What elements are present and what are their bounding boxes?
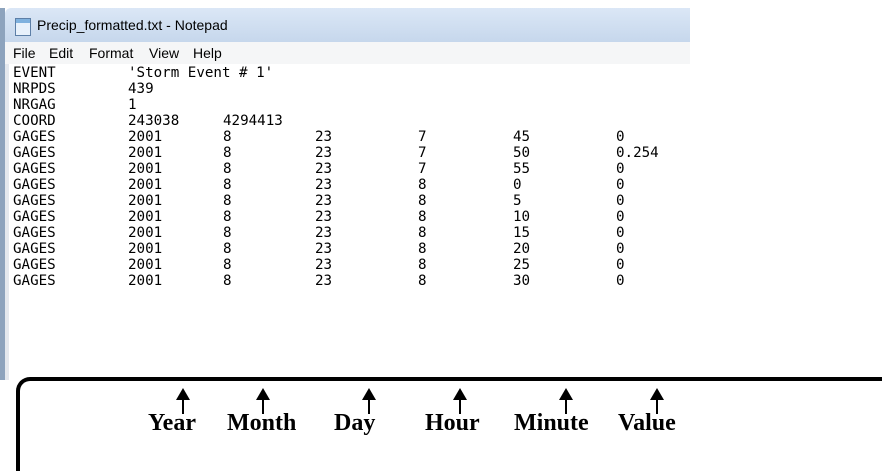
line-value: 2001 <box>128 161 163 177</box>
line-value: 'Storm Event # 1' <box>128 65 274 81</box>
line-value: 0 <box>616 193 625 209</box>
line-value: 8 <box>418 193 427 209</box>
line-keyword: GAGES <box>13 209 56 225</box>
line-value: 4294413 <box>223 113 283 129</box>
line-value: 2001 <box>128 209 163 225</box>
line-value: 55 <box>513 161 531 177</box>
line-value: 23 <box>315 161 333 177</box>
annotation-label: Minute <box>514 410 589 436</box>
line-value: 243038 <box>128 113 180 129</box>
line-value: 8 <box>223 257 232 273</box>
line-value: 8 <box>223 225 232 241</box>
line-value: 0 <box>616 209 625 225</box>
line-keyword: GAGES <box>13 161 56 177</box>
annotation-label: Hour <box>425 410 480 436</box>
line-value: 8 <box>418 257 427 273</box>
line-value: 0 <box>616 129 625 145</box>
editor-border <box>5 64 9 380</box>
line-value: 10 <box>513 209 531 225</box>
line-keyword: GAGES <box>13 273 56 289</box>
line-value: 2001 <box>128 129 163 145</box>
line-value: 23 <box>315 257 333 273</box>
line-value: 7 <box>418 145 427 161</box>
line-value: 23 <box>315 209 333 225</box>
notepad-window: Precip_formatted.txt - Notepad File Edit… <box>0 0 690 380</box>
line-keyword: GAGES <box>13 129 56 145</box>
menu-help[interactable]: Help <box>193 45 222 61</box>
line-value: 2001 <box>128 177 163 193</box>
line-value: 2001 <box>128 225 163 241</box>
line-value: 25 <box>513 257 531 273</box>
annotation-label: Value <box>618 410 676 436</box>
line-value: 8 <box>223 145 232 161</box>
line-value: 8 <box>223 273 232 289</box>
line-value: 23 <box>315 145 333 161</box>
line-value: 8 <box>223 209 232 225</box>
line-value: 23 <box>315 225 333 241</box>
line-keyword: GAGES <box>13 241 56 257</box>
line-value: 7 <box>418 161 427 177</box>
line-keyword: GAGES <box>13 257 56 273</box>
line-value: 0 <box>616 257 625 273</box>
line-value: 8 <box>223 161 232 177</box>
title-bar[interactable]: Precip_formatted.txt - Notepad <box>5 8 690 42</box>
line-value: 0 <box>616 273 625 289</box>
line-keyword: GAGES <box>13 225 56 241</box>
line-value: 0.254 <box>616 145 659 161</box>
line-value: 8 <box>223 177 232 193</box>
line-keyword: GAGES <box>13 145 56 161</box>
line-value: 23 <box>315 177 333 193</box>
line-keyword: COORD <box>13 113 56 129</box>
line-value: 30 <box>513 273 531 289</box>
line-value: 0 <box>616 161 625 177</box>
line-value: 20 <box>513 241 531 257</box>
line-value: 8 <box>223 129 232 145</box>
line-keyword: NRPDS <box>13 81 56 97</box>
annotation-label: Month <box>227 410 297 436</box>
line-value: 2001 <box>128 145 163 161</box>
line-value: 15 <box>513 225 531 241</box>
line-value: 5 <box>513 193 522 209</box>
line-value: 8 <box>418 273 427 289</box>
line-value: 8 <box>418 241 427 257</box>
line-value: 2001 <box>128 273 163 289</box>
window-title: Precip_formatted.txt - Notepad <box>37 17 228 33</box>
annotation-label: Day <box>334 410 376 436</box>
line-value: 8 <box>223 241 232 257</box>
menu-file[interactable]: File <box>13 45 36 61</box>
notepad-icon <box>15 18 31 36</box>
line-value: 8 <box>418 177 427 193</box>
line-keyword: GAGES <box>13 193 56 209</box>
text-editor[interactable]: EVENT 'Storm Event # 1' NRPDS 439 NRGAG 1 COOR… <box>5 64 690 380</box>
line-value: 23 <box>315 193 333 209</box>
line-value: 8 <box>418 225 427 241</box>
line-value: 8 <box>223 193 232 209</box>
line-value: 0 <box>616 225 625 241</box>
menu-format[interactable]: Format <box>89 45 133 61</box>
line-value: 0 <box>616 241 625 257</box>
line-value: 0 <box>616 177 625 193</box>
line-value: 8 <box>418 209 427 225</box>
line-value: 2001 <box>128 193 163 209</box>
line-value: 1 <box>128 97 137 113</box>
line-value: 7 <box>418 129 427 145</box>
annotation-label: Year <box>148 410 196 436</box>
line-value: 45 <box>513 129 531 145</box>
line-value: 439 <box>128 81 154 97</box>
menu-view[interactable]: View <box>149 45 179 61</box>
menu-edit[interactable]: Edit <box>49 45 73 61</box>
line-value: 0 <box>513 177 522 193</box>
line-keyword: NRGAG <box>13 97 56 113</box>
line-value: 2001 <box>128 241 163 257</box>
line-keyword: GAGES <box>13 177 56 193</box>
line-value: 50 <box>513 145 531 161</box>
line-keyword: EVENT <box>13 65 56 81</box>
line-value: 2001 <box>128 257 163 273</box>
line-value: 23 <box>315 241 333 257</box>
line-value: 23 <box>315 273 333 289</box>
menu-bar: File Edit Format View Help <box>5 42 690 65</box>
line-value: 23 <box>315 129 333 145</box>
